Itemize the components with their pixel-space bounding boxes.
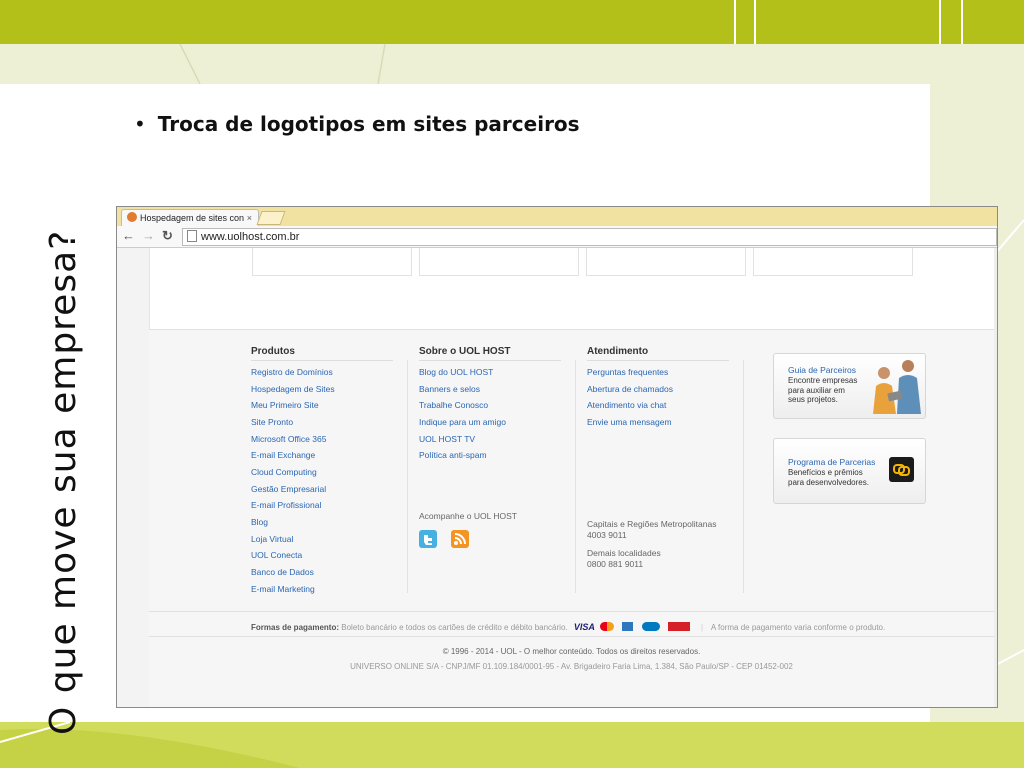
guia-desc: Encontre empresas <box>788 376 858 385</box>
twitter-glyph-icon <box>424 535 432 545</box>
right-scrollbar[interactable] <box>994 248 997 707</box>
left-gutter <box>117 248 150 707</box>
mastercard-icon <box>600 622 615 631</box>
new-tab-button[interactable] <box>256 211 286 225</box>
programa-parcerias-banner[interactable]: Programa de Parcerias Benefícios e prêmi… <box>773 438 926 504</box>
footer-link[interactable]: Blog <box>251 517 268 527</box>
page-icon <box>187 230 197 242</box>
browser-tab[interactable]: Hospedagem de sites con × <box>121 209 259 227</box>
tab-title: Hospedagem de sites con <box>140 213 245 223</box>
footer-link[interactable]: Indique para um amigo <box>419 417 506 427</box>
rss-glyph-icon <box>454 533 466 545</box>
browser-screenshot: Hospedagem de sites con × ← → ↻ www.uolh… <box>116 206 998 708</box>
atendimento-heading: Atendimento <box>587 346 729 361</box>
footer-link[interactable]: Envie uma mensagem <box>587 417 672 427</box>
address-toolbar: ← → ↻ www.uolhost.com.br <box>117 226 997 248</box>
url-text: www.uolhost.com.br <box>201 231 300 243</box>
footer-link[interactable]: Hospedagem de Sites <box>251 384 335 394</box>
tab-close-icon[interactable]: × <box>247 210 252 227</box>
footer-link[interactable]: Site Pronto <box>251 417 293 427</box>
footer-link[interactable]: Loja Virtual <box>251 534 293 544</box>
link-chain-icon <box>893 464 910 476</box>
guia-parceiros-banner[interactable]: Guia de Parceiros Encontre empresas para… <box>773 353 926 419</box>
payment-label: Formas de pagamento: <box>251 623 340 632</box>
footer-divider <box>149 611 994 612</box>
produtos-heading: Produtos <box>251 346 393 361</box>
page-content: Produtos Registro de Domínios Hospedagem… <box>117 248 997 707</box>
capitais-phone: 4003 9011 <box>587 530 627 540</box>
visa-logo: VISA <box>573 622 595 632</box>
footer-link[interactable]: Registro de Domínios <box>251 367 333 377</box>
top-box <box>252 248 412 276</box>
bullet-text: Troca de logotipos em sites parceiros <box>157 112 580 136</box>
top-box <box>753 248 913 276</box>
copyright-text: © 1996 - 2014 - UOL - O melhor conteúdo.… <box>442 647 701 656</box>
footer-link[interactable]: UOL Conecta <box>251 550 302 560</box>
top-box <box>586 248 746 276</box>
demais-label: Demais localidades <box>587 548 661 558</box>
programa-desc: para desenvolvedores. <box>788 477 869 487</box>
column-divider <box>575 360 576 593</box>
diners-icon <box>641 622 660 631</box>
column-divider <box>743 360 744 593</box>
footer-link[interactable]: E-mail Profissional <box>251 500 321 510</box>
guia-title: Guia de Parceiros <box>788 365 857 375</box>
footer-link[interactable]: Trabalhe Conosco <box>419 400 488 410</box>
demais-phone: 0800 881 9011 <box>587 559 644 569</box>
separator-bar: | <box>701 623 704 632</box>
payment-note: A forma de pagamento varia conforme o pr… <box>710 623 886 632</box>
guia-desc: seus projetos. <box>788 395 838 404</box>
favicon-icon <box>127 212 137 222</box>
follow-label: Acompanhe o UOL HOST <box>419 511 517 521</box>
reload-icon[interactable]: ↻ <box>162 228 173 244</box>
bullet-dot: • <box>134 112 146 136</box>
site-footer: Produtos Registro de Domínios Hospedagem… <box>149 329 994 707</box>
browser-tab-bar: Hospedagem de sites con × <box>117 207 997 227</box>
programa-desc: Benefícios e prêmios <box>788 468 863 477</box>
footer-link[interactable]: Cloud Computing <box>251 467 317 477</box>
capitais-label: Capitais e Regiões Metropolitanas <box>587 519 717 529</box>
sobre-heading: Sobre o UOL HOST <box>419 346 561 361</box>
footer-divider <box>149 636 994 637</box>
company-info-text: UNIVERSO ONLINE S/A - CNPJ/MF 01.109.184… <box>350 662 793 671</box>
programa-title: Programa de Parcerias <box>788 457 876 467</box>
url-field[interactable]: www.uolhost.com.br <box>182 228 997 246</box>
column-divider <box>407 360 408 593</box>
footer-link[interactable]: E-mail Exchange <box>251 450 315 460</box>
slide-vertical-title: O que move sua empresa? <box>43 229 84 735</box>
footer-link[interactable]: Blog do UOL HOST <box>419 367 493 377</box>
slide-bullet: • Troca de logotipos em sites parceiros <box>134 112 580 136</box>
back-arrow-icon[interactable]: ← <box>122 228 135 244</box>
footer-link[interactable]: Meu Primeiro Site <box>251 400 319 410</box>
payment-text: Boleto bancário e todos os cartões de cr… <box>341 623 568 632</box>
payment-row: Formas de pagamento: Boleto bancário e t… <box>251 622 885 632</box>
partnership-icon <box>889 457 914 482</box>
footer-link[interactable]: Abertura de chamados <box>587 384 673 394</box>
footer-link[interactable]: Banco de Dados <box>251 567 314 577</box>
amex-icon <box>622 622 634 631</box>
footer-link[interactable]: UOL HOST TV <box>419 434 475 444</box>
footer-link[interactable]: Banners e selos <box>419 384 480 394</box>
footer-link[interactable]: Atendimento via chat <box>587 400 666 410</box>
footer-link[interactable]: E-mail Marketing <box>251 584 315 594</box>
people-photo-icon <box>873 360 921 414</box>
forward-arrow-icon[interactable]: → <box>142 228 155 244</box>
rss-icon[interactable] <box>451 530 469 548</box>
footer-link[interactable]: Política anti-spam <box>419 450 487 460</box>
footer-link[interactable]: Microsoft Office 365 <box>251 434 326 444</box>
twitter-icon[interactable] <box>419 530 437 548</box>
footer-link[interactable]: Perguntas frequentes <box>587 367 668 377</box>
footer-link[interactable]: Gestão Empresarial <box>251 484 326 494</box>
guia-desc: para auxiliar em <box>788 385 845 395</box>
hipercard-icon <box>667 622 690 631</box>
top-box <box>419 248 579 276</box>
